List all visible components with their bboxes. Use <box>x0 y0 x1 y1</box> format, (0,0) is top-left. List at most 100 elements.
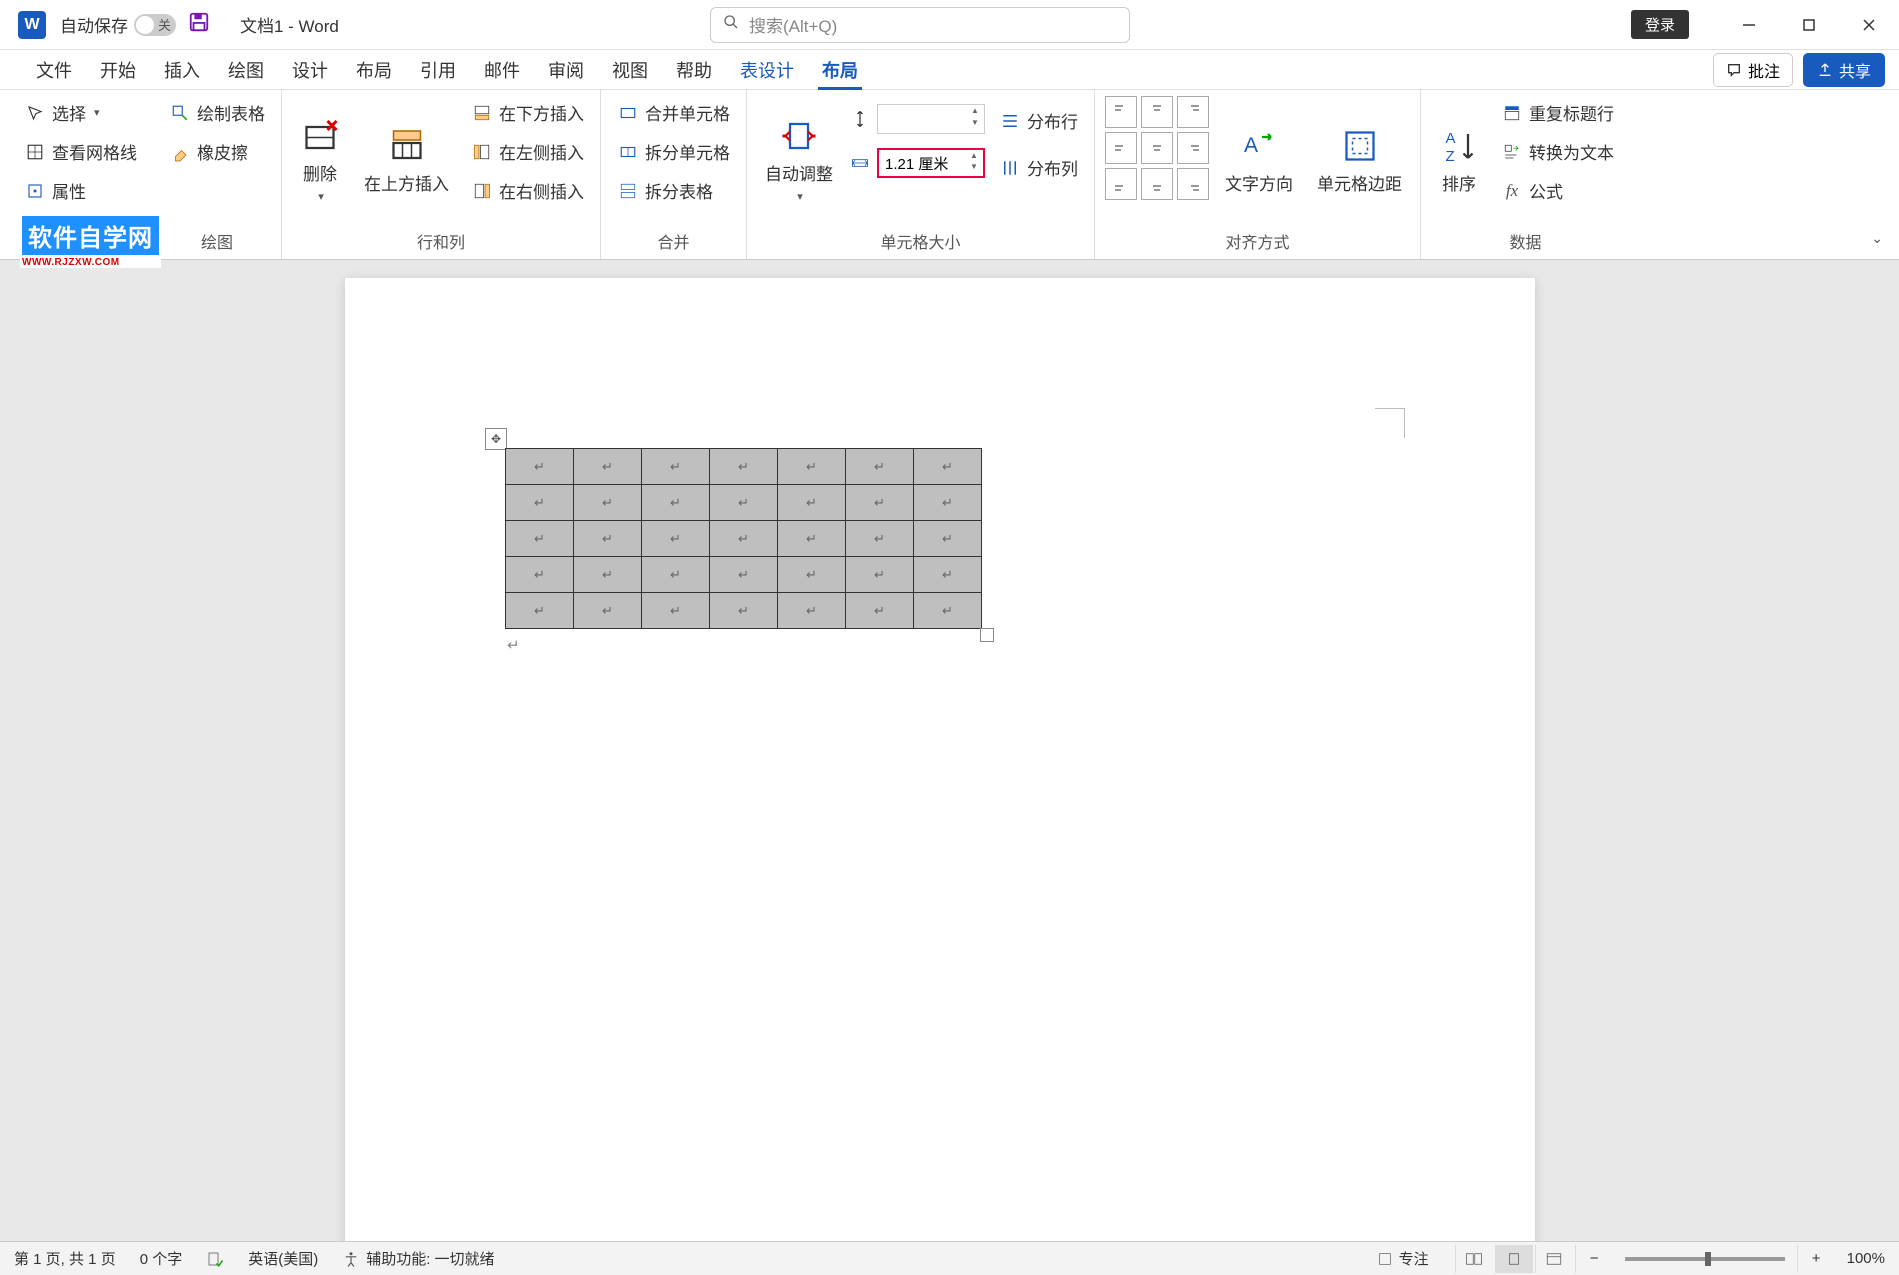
delete-button[interactable]: 删除▾ <box>292 96 348 225</box>
insert-right-button[interactable]: 在右侧插入 <box>465 174 590 207</box>
tab-6[interactable]: 引用 <box>406 50 470 90</box>
search-box[interactable]: 搜索(Alt+Q) <box>710 7 1130 43</box>
share-button[interactable]: 共享 <box>1803 53 1885 87</box>
insert-left-button[interactable]: 在左侧插入 <box>465 135 590 168</box>
table-cell[interactable]: ↵ <box>778 521 846 557</box>
read-mode-button[interactable] <box>1455 1245 1493 1273</box>
tab-11[interactable]: 表设计 <box>726 50 808 90</box>
table-cell[interactable]: ↵ <box>914 521 982 557</box>
table-cell[interactable]: ↵ <box>914 485 982 521</box>
table-cell[interactable]: ↵ <box>506 449 574 485</box>
accessibility-status[interactable]: 辅助功能: 一切就绪 <box>342 1248 494 1269</box>
tab-5[interactable]: 布局 <box>342 50 406 90</box>
table-cell[interactable]: ↵ <box>642 485 710 521</box>
sort-button[interactable]: AZ 排序 <box>1431 96 1487 225</box>
table-move-handle[interactable]: ✥ <box>485 428 507 450</box>
table-cell[interactable]: ↵ <box>846 485 914 521</box>
insert-below-button[interactable]: 在下方插入 <box>465 96 590 129</box>
align-top-left[interactable] <box>1105 96 1137 128</box>
zoom-out-button[interactable]: − <box>1575 1245 1613 1273</box>
column-width-input[interactable]: 1.21 厘米 ▲▼ <box>877 148 985 178</box>
align-middle-center[interactable] <box>1141 132 1173 164</box>
align-top-right[interactable] <box>1177 96 1209 128</box>
spinner-icon[interactable]: ▲▼ <box>967 152 981 174</box>
tab-3[interactable]: 绘图 <box>214 50 278 90</box>
align-middle-right[interactable] <box>1177 132 1209 164</box>
comments-button[interactable]: 批注 <box>1713 53 1793 87</box>
table-cell[interactable]: ↵ <box>710 449 778 485</box>
row-height-input[interactable]: ▲▼ <box>877 104 985 134</box>
distribute-rows-button[interactable]: 分布行 <box>993 104 1084 137</box>
table-cell[interactable]: ↵ <box>642 593 710 629</box>
maximize-button[interactable] <box>1779 1 1839 49</box>
select-button[interactable]: 选择 ▾ <box>18 96 143 129</box>
autofit-button[interactable]: 自动调整▾ <box>757 96 841 225</box>
document-area[interactable]: ✥ ↵↵↵↵↵↵↵↵↵↵↵↵↵↵↵↵↵↵↵↵↵↵↵↵↵↵↵↵↵↵↵↵↵↵↵ ↵ <box>0 260 1899 1241</box>
split-cells-button[interactable]: 拆分单元格 <box>611 135 736 168</box>
table-cell[interactable]: ↵ <box>642 449 710 485</box>
tab-4[interactable]: 设计 <box>278 50 342 90</box>
web-layout-button[interactable] <box>1535 1245 1573 1273</box>
view-gridlines-button[interactable]: 查看网格线 <box>18 135 143 168</box>
table-cell[interactable]: ↵ <box>574 521 642 557</box>
spell-check-icon[interactable] <box>206 1250 224 1268</box>
page-status[interactable]: 第 1 页, 共 1 页 <box>14 1248 116 1269</box>
word-table[interactable]: ↵↵↵↵↵↵↵↵↵↵↵↵↵↵↵↵↵↵↵↵↵↵↵↵↵↵↵↵↵↵↵↵↵↵↵ <box>505 448 982 629</box>
distribute-cols-button[interactable]: 分布列 <box>993 151 1084 184</box>
zoom-in-button[interactable]: + <box>1797 1245 1835 1273</box>
table-cell[interactable]: ↵ <box>778 485 846 521</box>
formula-button[interactable]: fx 公式 <box>1495 174 1620 207</box>
word-count[interactable]: 0 个字 <box>140 1248 183 1269</box>
align-bottom-left[interactable] <box>1105 168 1137 200</box>
table-cell[interactable]: ↵ <box>778 449 846 485</box>
table-cell[interactable]: ↵ <box>846 521 914 557</box>
table-cell[interactable]: ↵ <box>710 593 778 629</box>
tab-9[interactable]: 视图 <box>598 50 662 90</box>
text-direction-button[interactable]: A 文字方向 <box>1217 96 1301 225</box>
tab-8[interactable]: 审阅 <box>534 50 598 90</box>
language-status[interactable]: 英语(美国) <box>248 1248 318 1269</box>
spinner-icon[interactable]: ▲▼ <box>968 107 982 131</box>
table-cell[interactable]: ↵ <box>506 557 574 593</box>
table-cell[interactable]: ↵ <box>506 521 574 557</box>
tab-0[interactable]: 文件 <box>22 50 86 90</box>
draw-table-button[interactable]: 绘制表格 <box>163 96 271 129</box>
table-resize-handle[interactable] <box>980 628 994 642</box>
tab-2[interactable]: 插入 <box>150 50 214 90</box>
minimize-button[interactable] <box>1719 1 1779 49</box>
table-cell[interactable]: ↵ <box>506 593 574 629</box>
tab-1[interactable]: 开始 <box>86 50 150 90</box>
table-cell[interactable]: ↵ <box>642 557 710 593</box>
repeat-header-button[interactable]: 重复标题行 <box>1495 96 1620 129</box>
table-cell[interactable]: ↵ <box>914 449 982 485</box>
split-table-button[interactable]: 拆分表格 <box>611 174 736 207</box>
focus-button[interactable]: 专注 <box>1377 1248 1429 1269</box>
table-cell[interactable]: ↵ <box>710 557 778 593</box>
convert-to-text-button[interactable]: 转换为文本 <box>1495 135 1620 168</box>
align-middle-left[interactable] <box>1105 132 1137 164</box>
cell-margins-button[interactable]: 单元格边距 <box>1309 96 1410 225</box>
table-cell[interactable]: ↵ <box>778 593 846 629</box>
table-cell[interactable]: ↵ <box>574 485 642 521</box>
table-cell[interactable]: ↵ <box>574 557 642 593</box>
print-layout-button[interactable] <box>1495 1245 1533 1273</box>
align-bottom-right[interactable] <box>1177 168 1209 200</box>
table-cell[interactable]: ↵ <box>710 521 778 557</box>
merge-cells-button[interactable]: 合并单元格 <box>611 96 736 129</box>
login-button[interactable]: 登录 <box>1631 10 1689 39</box>
table-cell[interactable]: ↵ <box>778 557 846 593</box>
tab-12[interactable]: 布局 <box>808 50 872 90</box>
align-bottom-center[interactable] <box>1141 168 1173 200</box>
eraser-button[interactable]: 橡皮擦 <box>163 135 271 168</box>
properties-button[interactable]: 属性 <box>18 174 143 207</box>
table-cell[interactable]: ↵ <box>846 593 914 629</box>
table-cell[interactable]: ↵ <box>914 593 982 629</box>
close-button[interactable] <box>1839 1 1899 49</box>
table-cell[interactable]: ↵ <box>574 593 642 629</box>
tab-10[interactable]: 帮助 <box>662 50 726 90</box>
table-cell[interactable]: ↵ <box>846 449 914 485</box>
align-top-center[interactable] <box>1141 96 1173 128</box>
insert-above-button[interactable]: 在上方插入 <box>356 96 457 225</box>
tab-7[interactable]: 邮件 <box>470 50 534 90</box>
autosave-toggle[interactable]: 关 <box>134 14 176 36</box>
